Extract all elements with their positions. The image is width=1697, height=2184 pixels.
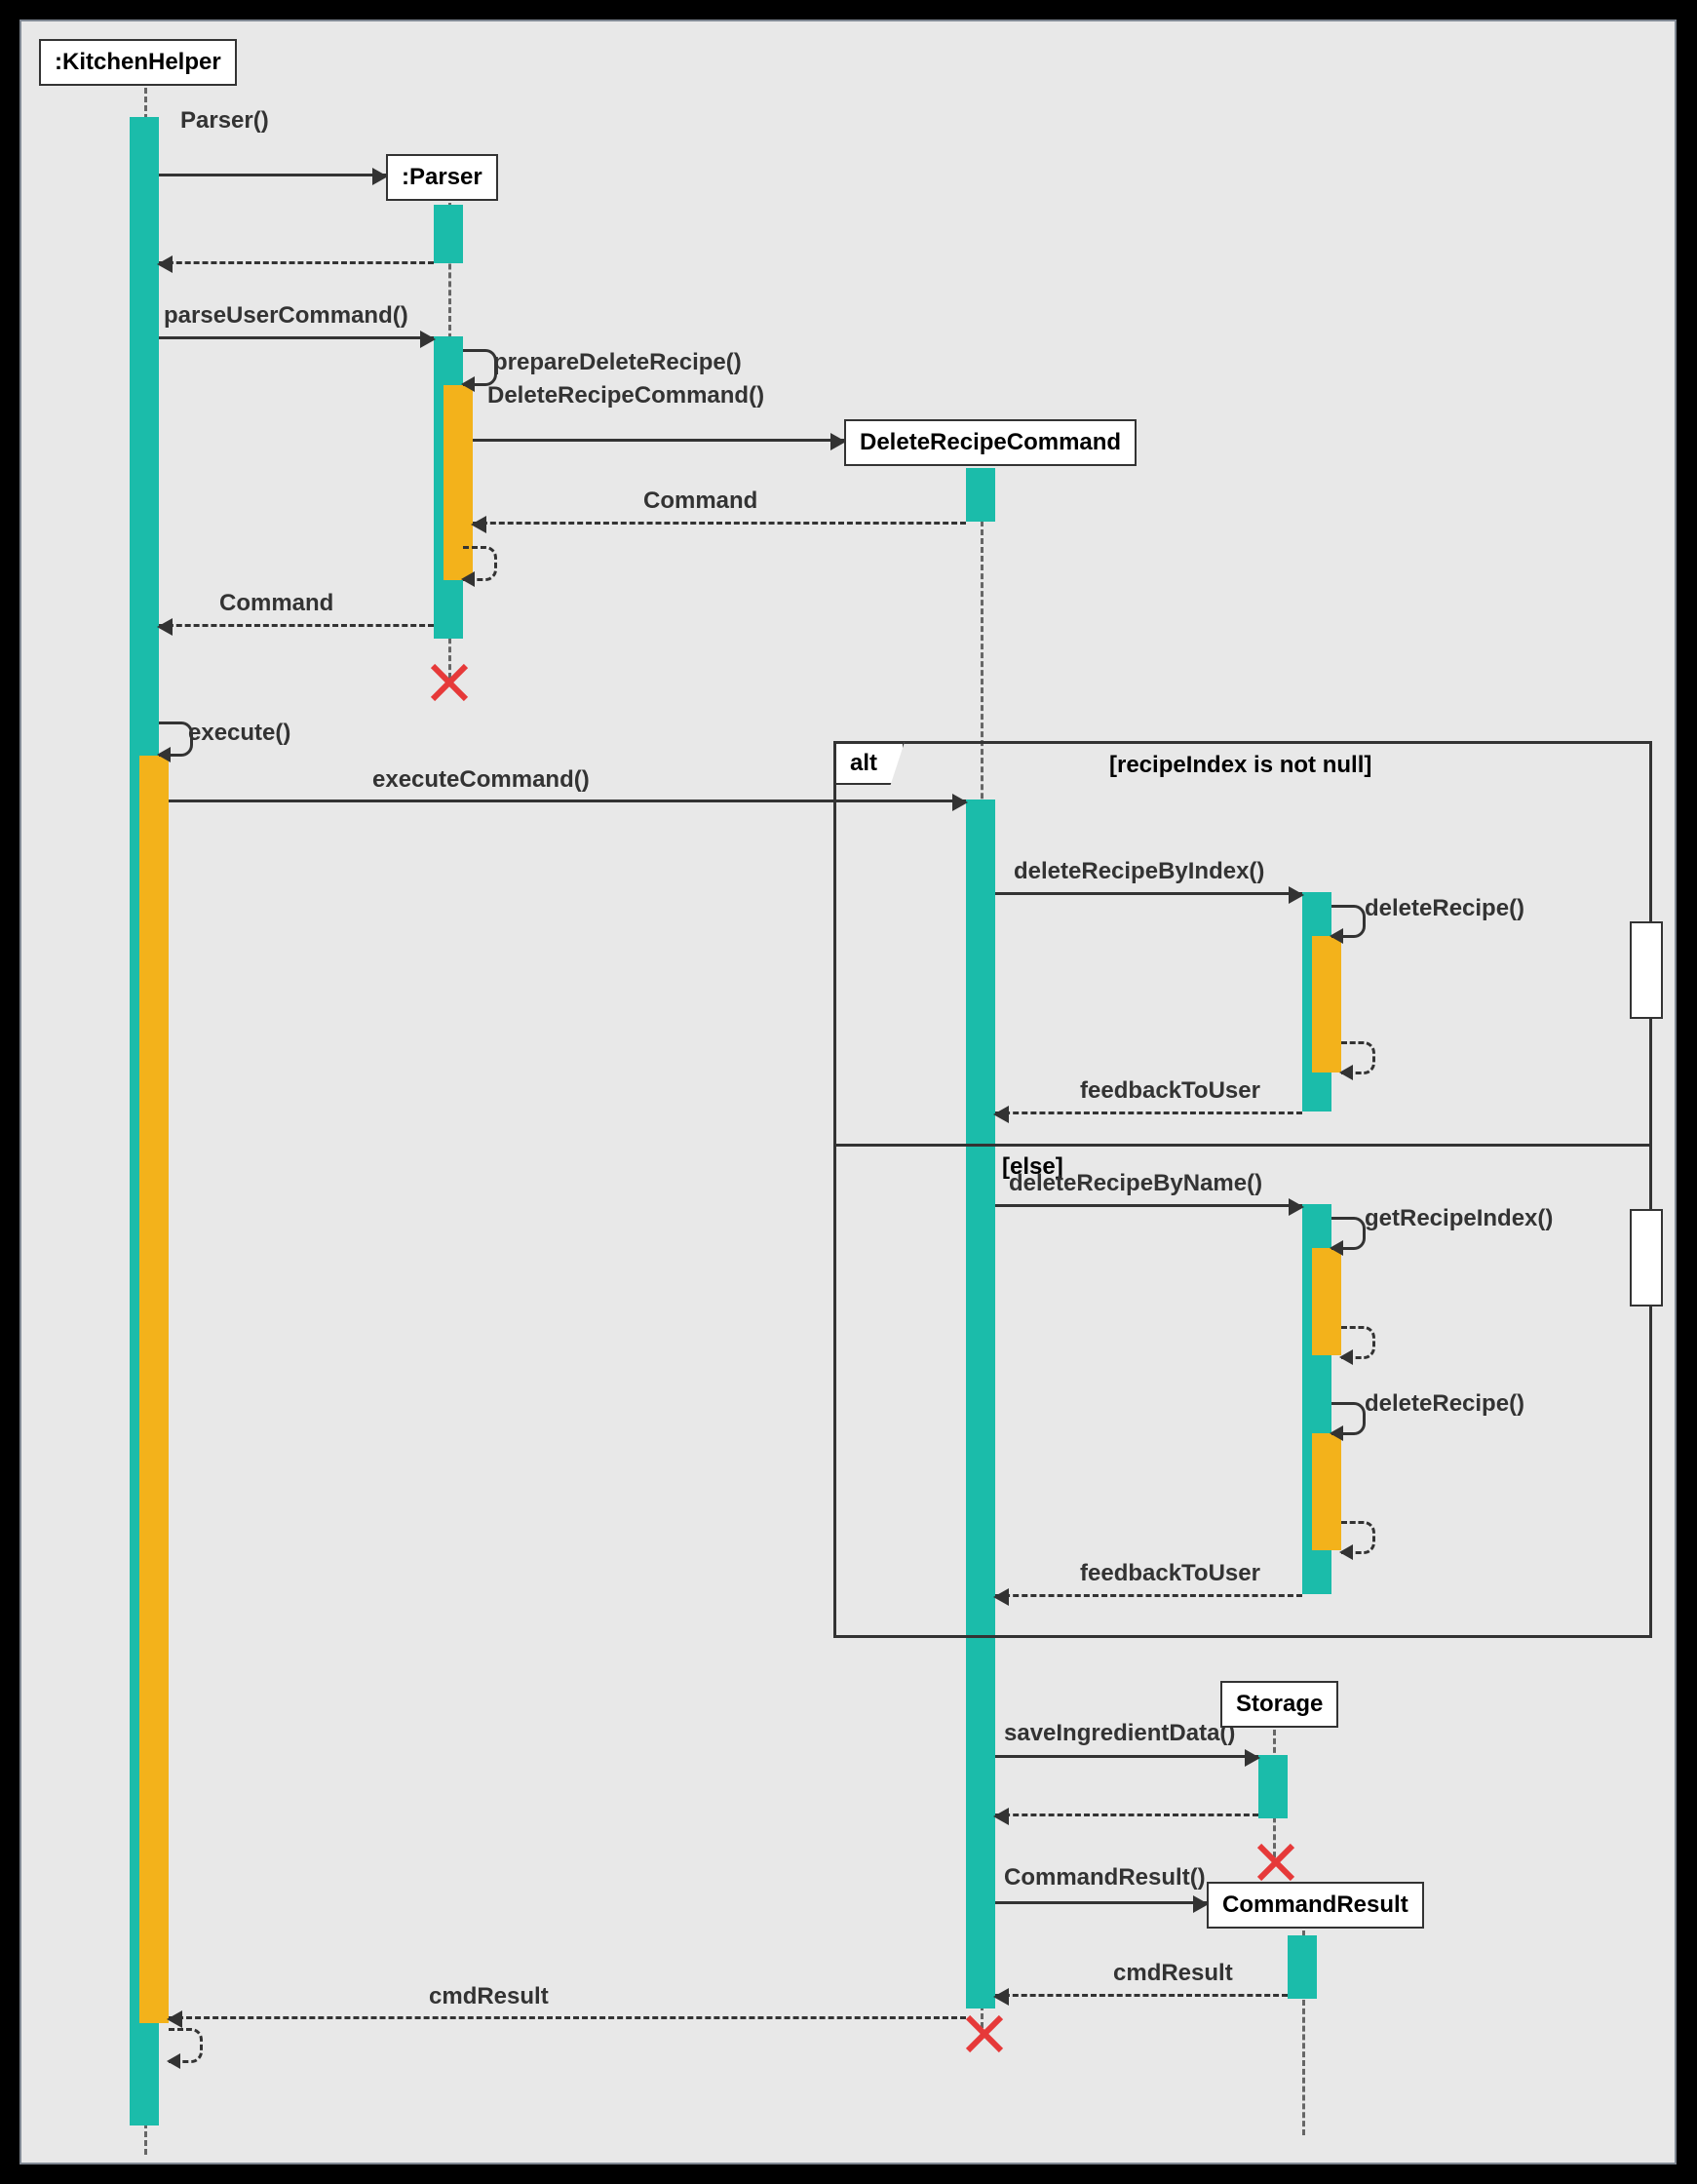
arrow-saveing-ret	[995, 1814, 1258, 1816]
activation-parser-new	[434, 205, 463, 263]
label-execute: execute()	[188, 720, 290, 747]
selfloop-delrecipe1	[1331, 905, 1366, 938]
arrow-drc-new	[473, 439, 844, 442]
label-cmdres-ret2: cmdResult	[429, 1983, 549, 2010]
activation-drc-new	[966, 468, 995, 522]
arrow-saveing	[995, 1755, 1258, 1758]
destroy-parser	[429, 663, 468, 702]
label-parser-new: Parser()	[180, 107, 269, 135]
alt-external-box-2	[1630, 1209, 1663, 1306]
selfloop-getidx	[1331, 1217, 1366, 1250]
label-cmdres-new: CommandResult()	[1004, 1864, 1206, 1892]
destroy-drc	[964, 2014, 1003, 2053]
arrow-cmdres-new	[995, 1901, 1207, 1904]
activation-kitchen-exec	[139, 756, 169, 2023]
arrow-feedback1	[995, 1112, 1302, 1114]
arrow-parseuser	[159, 336, 434, 339]
selfloop-prepare-ret	[463, 546, 497, 581]
lifeline-storage: Storage	[1220, 1681, 1338, 1728]
selfloop-prepare	[463, 349, 497, 386]
selfloop-delrecipe2	[1331, 1402, 1366, 1435]
arrow-cmdres-ret1	[995, 1994, 1288, 1997]
arrow-command-ret2	[159, 624, 434, 627]
selfloop-delrecipe1-ret	[1341, 1041, 1375, 1074]
label-delbyname: deleteRecipeByName()	[1009, 1170, 1262, 1197]
label-drc-new: DeleteRecipeCommand()	[487, 382, 764, 410]
selfloop-getidx-ret	[1341, 1326, 1375, 1359]
lifeline-cmdres: CommandResult	[1207, 1882, 1424, 1929]
arrow-feedback2	[995, 1594, 1302, 1597]
label-cmdres-ret1: cmdResult	[1113, 1960, 1233, 1987]
label-executecmd: executeCommand()	[372, 766, 590, 794]
arrow-cmdres-ret2	[169, 2016, 966, 2019]
label-command-ret1: Command	[643, 488, 757, 515]
alt-separator	[836, 1144, 1649, 1147]
destroy-storage	[1255, 1843, 1294, 1882]
activation-storage	[1258, 1755, 1288, 1818]
label-delbyindex: deleteRecipeByIndex()	[1014, 858, 1264, 885]
label-delrecipe1: deleteRecipe()	[1365, 895, 1524, 922]
label-parseuser: parseUserCommand()	[164, 302, 408, 330]
label-feedback2: feedbackToUser	[1080, 1560, 1260, 1587]
selfloop-exec-ret	[169, 2028, 203, 2063]
arrow-command-ret1	[473, 522, 966, 525]
lifeline-drc: DeleteRecipeCommand	[844, 419, 1137, 466]
arrow-parser-new	[159, 174, 386, 176]
alt-external-box-1	[1630, 921, 1663, 1019]
label-getidx: getRecipeIndex()	[1365, 1205, 1553, 1232]
label-command-ret2: Command	[219, 590, 333, 617]
arrow-delbyname	[995, 1204, 1302, 1207]
alt-tag: alt	[834, 742, 905, 785]
lifeline-kitchenhelper: :KitchenHelper	[39, 39, 237, 86]
arrow-executecmd	[169, 800, 966, 802]
lifeline-parser: :Parser	[386, 154, 498, 201]
label-feedback1: feedbackToUser	[1080, 1077, 1260, 1105]
label-delrecipe2: deleteRecipe()	[1365, 1390, 1524, 1418]
activation-cmdres	[1288, 1935, 1317, 1999]
label-prepare: prepareDeleteRecipe()	[493, 349, 742, 376]
alt-guard-1: [recipeIndex is not null]	[1109, 752, 1371, 779]
arrow-parser-new-ret	[159, 261, 434, 264]
selfloop-delrecipe2-ret	[1341, 1521, 1375, 1554]
arrow-delbyindex	[995, 892, 1302, 895]
label-saveing: saveIngredientData()	[1004, 1720, 1235, 1747]
